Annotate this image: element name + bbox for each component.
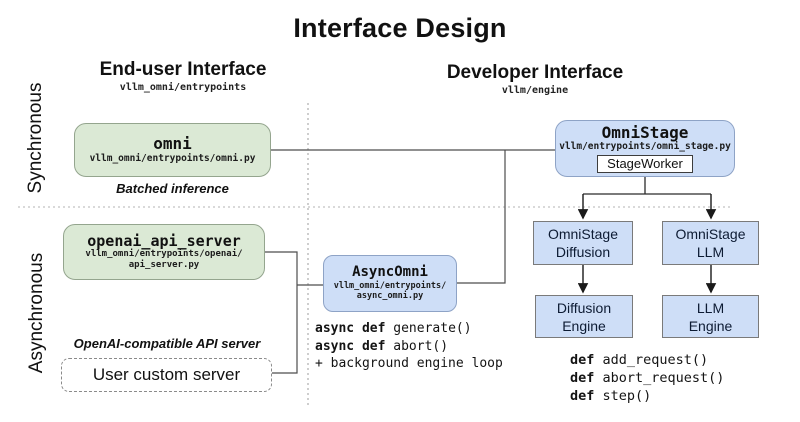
- omnistage-llm-line2: LLM: [697, 243, 724, 261]
- node-omni: omni vllm_omni/entrypoints/omni.py: [74, 123, 271, 177]
- column-header-developer: Developer Interface vllm/engine: [425, 62, 645, 96]
- openai-api-server-title: openai_api_server: [87, 233, 241, 250]
- omnistage-title: OmniStage: [602, 124, 689, 142]
- node-asyncomni: AsyncOmni vllm_omni/entrypoints/ async_o…: [323, 255, 457, 312]
- node-omnistage: OmniStage vllm/entrypoints/omni_stage.py…: [555, 120, 735, 177]
- page-title: Interface Design: [0, 13, 800, 44]
- omni-caption: Batched inference: [74, 181, 271, 196]
- asyncomni-path-line1: vllm_omni/entrypoints/: [334, 281, 447, 292]
- user-custom-server-caption: OpenAI-compatible API server: [58, 336, 276, 351]
- code-line: def step(): [570, 387, 724, 405]
- interface-design-diagram: Interface Design End-user Interface vllm…: [0, 0, 800, 422]
- code-line: async def generate(): [315, 320, 503, 338]
- omnistage-llm-line1: OmniStage: [675, 225, 745, 243]
- diffusion-engine-line1: Diffusion: [557, 299, 611, 317]
- connector-openai-usercustom: [265, 252, 297, 373]
- asyncomni-title: AsyncOmni: [352, 265, 428, 280]
- developer-interface-title: Developer Interface: [425, 62, 645, 84]
- lane-label-synchronous: Synchronous: [25, 68, 47, 208]
- engine-methods-code: def add_request() def abort_request() de…: [570, 351, 724, 405]
- code-line: + background engine loop: [315, 355, 503, 373]
- node-omnistage-diffusion: OmniStage Diffusion: [533, 221, 633, 265]
- diffusion-engine-line2: Engine: [562, 317, 606, 335]
- node-omnistage-llm: OmniStage LLM: [662, 221, 759, 265]
- connector-omnistage-bracket: [583, 177, 711, 194]
- code-line: async def abort(): [315, 338, 503, 356]
- code-line: def abort_request(): [570, 369, 724, 387]
- llm-engine-line2: Engine: [689, 317, 733, 335]
- code-line: def add_request(): [570, 351, 724, 369]
- node-stageworker: StageWorker: [597, 155, 693, 173]
- connector-branch-asyncomni: [457, 150, 505, 283]
- openai-api-server-path-line2: api_server.py: [129, 260, 199, 271]
- column-header-end-user: End-user Interface vllm_omni/entrypoints: [73, 59, 293, 93]
- asyncomni-methods-code: async def generate() async def abort() +…: [315, 320, 503, 373]
- node-diffusion-engine: Diffusion Engine: [535, 295, 633, 338]
- llm-engine-line1: LLM: [697, 299, 724, 317]
- omnistage-path: vllm/entrypoints/omni_stage.py: [559, 141, 731, 153]
- end-user-interface-path: vllm_omni/entrypoints: [73, 82, 293, 93]
- omni-title: omni: [153, 135, 192, 153]
- lane-label-asynchronous: Asynchronous: [26, 233, 48, 393]
- openai-api-server-path-line1: vllm_omni/entrypoints/openai/: [85, 249, 242, 260]
- node-llm-engine: LLM Engine: [662, 295, 759, 338]
- omnistage-diffusion-line2: Diffusion: [556, 243, 610, 261]
- developer-interface-path: vllm/engine: [425, 85, 645, 96]
- omnistage-diffusion-line1: OmniStage: [548, 225, 618, 243]
- node-openai-api-server: openai_api_server vllm_omni/entrypoints/…: [63, 224, 265, 280]
- asyncomni-path-line2: async_omni.py: [357, 291, 424, 302]
- omni-path: vllm_omni/entrypoints/omni.py: [90, 153, 256, 165]
- end-user-interface-title: End-user Interface: [73, 59, 293, 81]
- node-user-custom-server: User custom server: [61, 358, 272, 392]
